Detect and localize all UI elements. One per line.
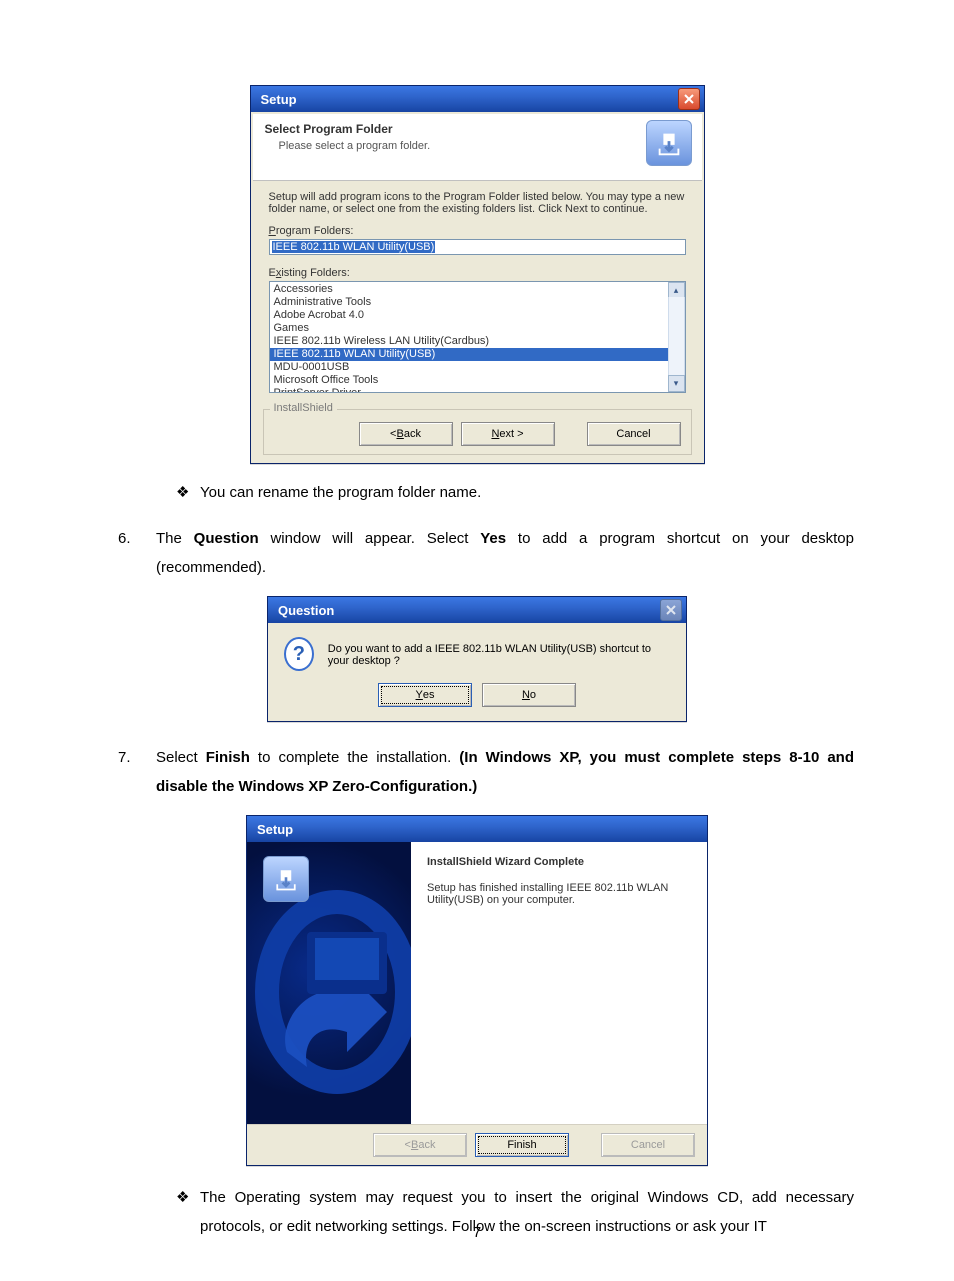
list-item[interactable]: MDU-0001USB [270,361,669,374]
installer-icon [646,120,692,166]
program-folder-input[interactable]: IEEE 802.11b WLAN Utility(USB) [269,239,686,255]
page-number: 7 [0,1224,954,1241]
question-icon: ? [284,637,314,671]
instruction-text: Setup will add program icons to the Prog… [269,191,686,215]
cancel-button: Cancel [601,1133,695,1157]
list-item[interactable]: Games [270,322,669,335]
program-folders-label: Program Folders: [269,225,686,237]
setup-finish-window: Setup InstallShield Wizard Complete Setu… [246,815,708,1166]
close-button[interactable] [678,88,700,110]
existing-folders-listbox[interactable]: AccessoriesAdministrative ToolsAdobe Acr… [269,281,686,393]
finish-heading: InstallShield Wizard Complete [427,856,691,868]
step-7: 7. Select Finish to complete the install… [118,744,854,801]
finish-button[interactable]: Finish [475,1133,569,1157]
close-icon [666,605,676,615]
titlebar: Question [268,597,686,623]
next-button[interactable]: Next > [461,422,555,446]
back-button: < Back [373,1133,467,1157]
wizard-side-graphic [247,842,411,1124]
list-item[interactable]: Adobe Acrobat 4.0 [270,309,669,322]
installer-icon [263,856,309,902]
window-title: Setup [257,822,293,837]
bullet-rename: ❖ You can rename the program folder name… [176,482,854,503]
list-item[interactable]: IEEE 802.11b Wireless LAN Utility(Cardbu… [270,335,669,348]
step-title: Select Program Folder [265,122,690,136]
list-item[interactable]: Accessories [270,283,669,296]
back-button[interactable]: < Back [359,422,453,446]
step-6: 6. The Question window will appear. Sele… [118,525,854,582]
close-icon [684,94,694,104]
list-item[interactable]: Administrative Tools [270,296,669,309]
existing-folders-label: Existing Folders: [269,267,686,279]
titlebar: Setup [251,86,704,112]
scrollbar-track[interactable] [668,297,685,377]
no-button[interactable]: No [482,683,576,707]
question-text: Do you want to add a IEEE 802.11b WLAN U… [328,637,670,667]
finish-text: Setup has finished installing IEEE 802.1… [427,882,691,906]
list-item[interactable]: IEEE 802.11b WLAN Utility(USB) [270,348,669,361]
window-title: Question [278,603,334,618]
close-button[interactable] [660,599,682,621]
titlebar: Setup [247,816,707,842]
installshield-legend: InstallShield [270,402,337,414]
cancel-button[interactable]: Cancel [587,422,681,446]
scroll-down-button[interactable]: ▾ [668,375,685,392]
list-item[interactable]: PrintServer Driver [270,387,669,393]
yes-button[interactable]: Yes [378,683,472,707]
window-title: Setup [261,92,297,107]
step-subtitle: Please select a program folder. [279,140,690,152]
list-item[interactable]: Microsoft Office Tools [270,374,669,387]
setup-folder-window: Setup Select Program Folder Please selec… [250,85,705,464]
question-dialog: Question ? Do you want to add a IEEE 802… [267,596,687,722]
